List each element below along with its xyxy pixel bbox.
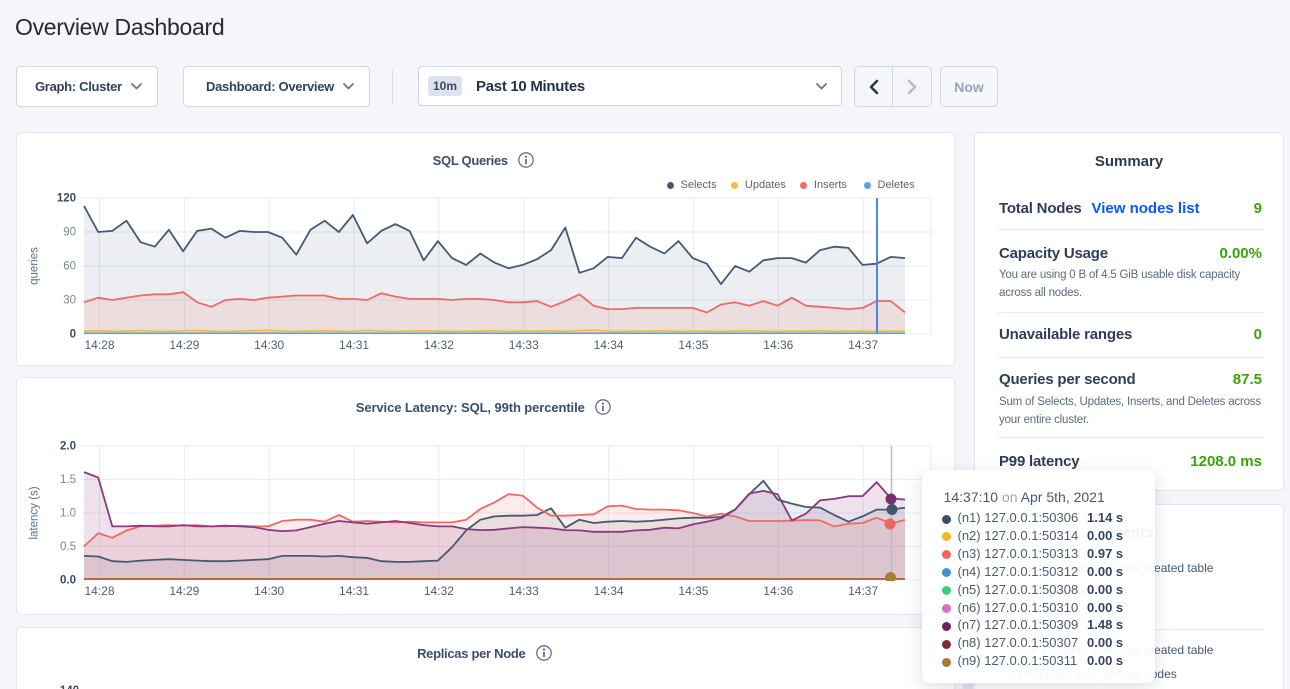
svg-text:14:35: 14:35 [678, 338, 708, 352]
svg-text:14:30: 14:30 [254, 584, 284, 598]
svg-text:14:37: 14:37 [848, 584, 878, 598]
svg-text:14:31: 14:31 [339, 584, 369, 598]
svg-text:14:28: 14:28 [84, 338, 114, 352]
svg-text:0.0: 0.0 [60, 575, 76, 587]
svg-text:14:37: 14:37 [848, 338, 878, 352]
svg-text:latency (s): latency (s) [29, 486, 41, 539]
svg-text:30: 30 [63, 295, 76, 307]
svg-text:14:32: 14:32 [424, 584, 454, 598]
svg-text:0: 0 [70, 329, 76, 341]
svg-text:14:36: 14:36 [763, 584, 793, 598]
svg-text:0.5: 0.5 [60, 541, 76, 553]
svg-text:14:28: 14:28 [84, 584, 114, 598]
svg-text:14:33: 14:33 [509, 338, 539, 352]
svg-text:14:29: 14:29 [169, 584, 199, 598]
svg-text:14:34: 14:34 [594, 584, 624, 598]
svg-text:queries: queries [29, 247, 41, 285]
svg-text:14:30: 14:30 [254, 338, 284, 352]
svg-text:14:36: 14:36 [763, 338, 793, 352]
svg-text:60: 60 [63, 261, 76, 273]
svg-text:120: 120 [57, 193, 76, 205]
svg-text:14:29: 14:29 [169, 338, 199, 352]
svg-text:14:31: 14:31 [339, 338, 369, 352]
svg-text:14:32: 14:32 [424, 338, 454, 352]
svg-text:1.0: 1.0 [60, 508, 76, 520]
svg-text:14:33: 14:33 [509, 584, 539, 598]
svg-text:2.0: 2.0 [60, 441, 76, 453]
svg-text:90: 90 [63, 227, 76, 239]
svg-text:14:35: 14:35 [678, 584, 708, 598]
svg-text:14:34: 14:34 [594, 338, 624, 352]
svg-text:1.5: 1.5 [60, 474, 76, 486]
